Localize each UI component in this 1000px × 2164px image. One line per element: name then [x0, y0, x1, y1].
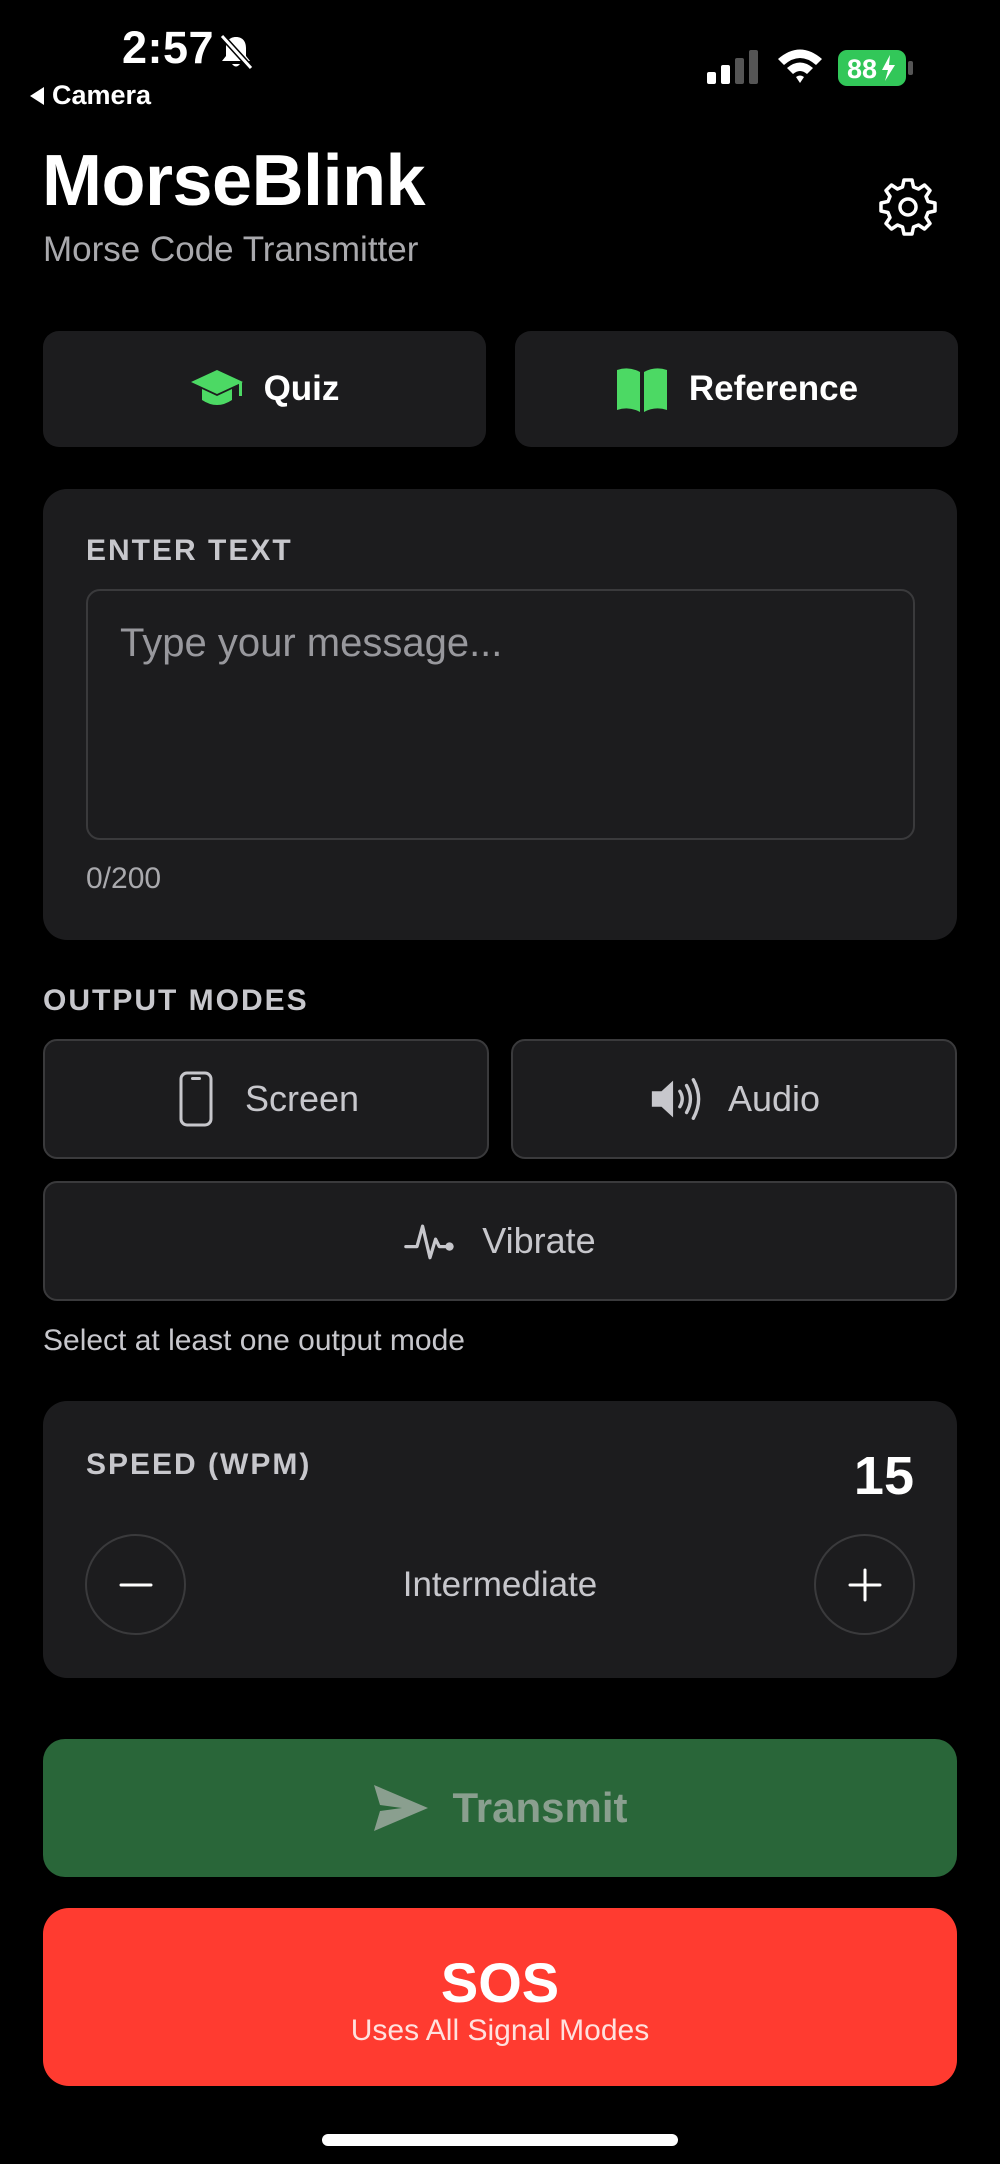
back-link-label: Camera — [52, 80, 152, 110]
audio-mode-button[interactable]: Audio — [511, 1039, 957, 1159]
transmit-label: Transmit — [452, 1784, 628, 1831]
battery-icon: 88 — [838, 50, 913, 86]
wifi-icon — [778, 49, 822, 83]
message-card: ENTER TEXT 0/200 — [43, 489, 957, 940]
output-modes-label: OUTPUT MODES — [43, 984, 309, 1017]
reference-button[interactable]: Reference — [515, 331, 958, 447]
increase-speed-button[interactable] — [814, 1534, 915, 1635]
bell-muted-icon — [219, 33, 254, 71]
quiz-button[interactable]: Quiz — [43, 331, 486, 447]
output-mode-hint: Select at least one output mode — [43, 1324, 465, 1357]
enter-text-label: ENTER TEXT — [86, 534, 293, 567]
vibrate-mode-label: Vibrate — [482, 1220, 596, 1261]
sos-label: SOS — [440, 1951, 560, 2014]
open-book-icon — [616, 368, 667, 412]
home-indicator — [322, 2134, 678, 2146]
plus-icon — [848, 1568, 881, 1601]
status-time: 2:57 — [122, 22, 215, 73]
speed-label: SPEED (WPM) — [86, 1448, 312, 1481]
phone-icon — [179, 1071, 213, 1127]
reference-label: Reference — [688, 369, 859, 408]
character-count: 0/200 — [86, 862, 162, 895]
screen-mode-label: Screen — [244, 1078, 360, 1119]
back-arrow-icon — [30, 86, 44, 105]
vibration-pulse-icon — [404, 1224, 454, 1260]
back-to-camera-link[interactable]: Camera — [30, 80, 151, 111]
transmit-button[interactable]: Transmit — [43, 1739, 957, 1877]
vibrate-mode-button[interactable]: Vibrate — [43, 1181, 957, 1301]
settings-gear-icon[interactable] — [878, 176, 938, 236]
quiz-label: Quiz — [263, 369, 340, 408]
speaker-icon — [651, 1078, 701, 1120]
app-title: MorseBlink — [42, 141, 426, 221]
graduation-cap-icon — [190, 370, 243, 405]
paper-plane-icon — [374, 1785, 429, 1831]
app-subtitle: Morse Code Transmitter — [43, 230, 419, 269]
screen: 2:57 Camera 88 MorseBlink Morse Code Tra… — [0, 0, 1000, 2164]
screen-mode-button[interactable]: Screen — [43, 1039, 489, 1159]
cellular-signal-icon — [707, 50, 758, 84]
audio-mode-label: Audio — [727, 1078, 821, 1119]
speed-card: SPEED (WPM) 15 Intermediate — [43, 1401, 957, 1678]
message-input[interactable] — [86, 589, 915, 840]
sos-button[interactable]: SOS Uses All Signal Modes — [43, 1908, 957, 2086]
speed-value: 15 — [853, 1446, 914, 1506]
sos-subtitle: Uses All Signal Modes — [350, 2014, 650, 2047]
battery-level: 88 — [847, 54, 877, 84]
